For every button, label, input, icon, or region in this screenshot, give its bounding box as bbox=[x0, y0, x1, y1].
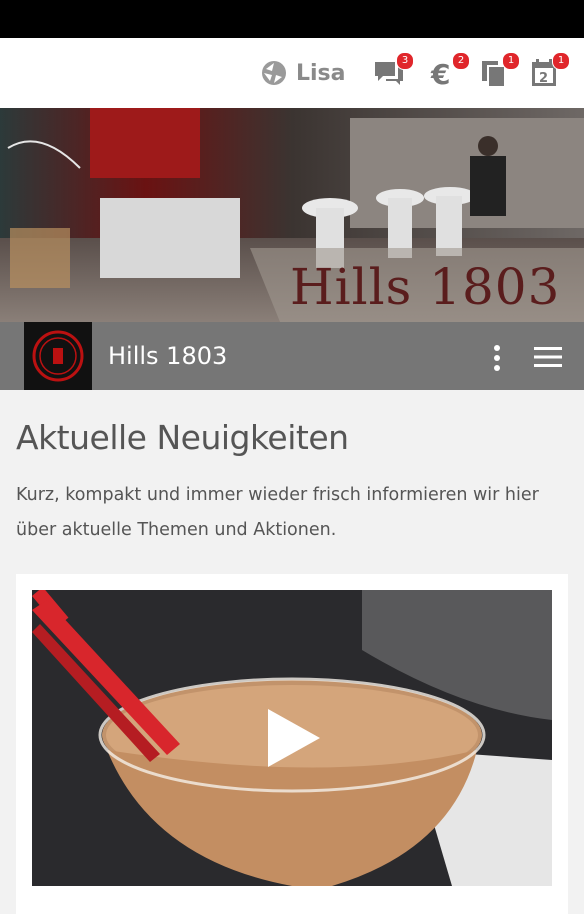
calendar-badge: 1 bbox=[552, 52, 570, 70]
place-title: Hills 1803 bbox=[108, 342, 228, 370]
play-icon[interactable] bbox=[262, 705, 324, 771]
status-bar bbox=[0, 0, 584, 38]
page-heading: Aktuelle Neuigkeiten bbox=[16, 418, 349, 457]
user-menu[interactable]: Lisa bbox=[260, 56, 346, 90]
header-banner-image: Hills 1803 bbox=[0, 108, 584, 322]
place-title-bar: Hills 1803 bbox=[0, 322, 584, 390]
news-card bbox=[16, 574, 568, 914]
menu-icon[interactable] bbox=[532, 346, 564, 368]
place-logo[interactable] bbox=[24, 322, 92, 390]
intro-text: Kurz, kompakt und immer wieder frisch in… bbox=[16, 485, 539, 540]
top-bar: Lisa 3 € 2 1 2 1 bbox=[0, 38, 584, 109]
messages-button[interactable]: 3 bbox=[372, 52, 414, 92]
payments-badge: 2 bbox=[452, 52, 470, 70]
documents-badge: 1 bbox=[502, 52, 520, 70]
messages-badge: 3 bbox=[396, 52, 414, 70]
user-logo-icon bbox=[262, 61, 286, 85]
more-vert-icon[interactable] bbox=[490, 344, 504, 372]
user-name: Lisa bbox=[296, 60, 346, 86]
calendar-day: 2 bbox=[539, 71, 548, 86]
place-logo-icon bbox=[32, 330, 84, 382]
payments-button[interactable]: € 2 bbox=[428, 52, 470, 92]
calendar-button[interactable]: 2 1 bbox=[528, 52, 570, 92]
svg-text:€: € bbox=[430, 58, 450, 90]
banner-sign-text: Hills 1803 bbox=[290, 258, 561, 316]
video-thumbnail[interactable] bbox=[32, 590, 552, 886]
documents-button[interactable]: 1 bbox=[478, 52, 520, 92]
